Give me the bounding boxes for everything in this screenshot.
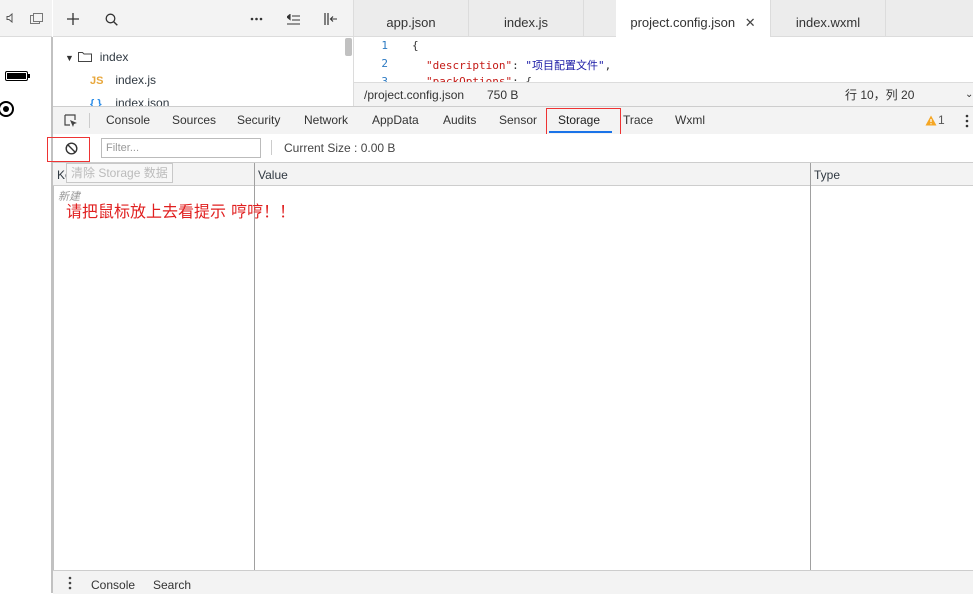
- javascript-file-icon: JS: [90, 75, 104, 87]
- column-divider[interactable]: [810, 163, 811, 570]
- devtools-tab-bar: Console Sources Security Network AppData…: [53, 106, 973, 135]
- folder-icon: [78, 47, 96, 69]
- devtools-tab-appdata[interactable]: AppData: [372, 107, 419, 134]
- clear-storage-tooltip: 清除 Storage 数据: [66, 163, 173, 183]
- code-line: "description": "项目配置文件",: [426, 57, 611, 73]
- devtools-tab-console[interactable]: Console: [106, 107, 150, 134]
- line-number: 2: [381, 57, 388, 70]
- current-size: Current Size : 0.00 B: [284, 141, 396, 155]
- add-icon[interactable]: [65, 11, 81, 27]
- tree-folder-label: index: [99, 50, 129, 64]
- more-icon[interactable]: [248, 11, 264, 27]
- devtools-tab-sensor[interactable]: Sensor: [499, 107, 537, 134]
- file-tree-scrollbar[interactable]: [345, 38, 352, 56]
- tree-file-label: index.json: [115, 96, 170, 106]
- code-key: "description": [426, 59, 513, 72]
- simulator-toolbar: [0, 0, 52, 37]
- code-editor[interactable]: 1 { 2 "description": "项目配置文件", 3 "packOp…: [354, 37, 973, 82]
- tree-folder-index[interactable]: ▼ index: [65, 46, 128, 68]
- toolbar-divider: [271, 140, 272, 155]
- devtools-tab-wxml[interactable]: Wxml: [675, 107, 705, 134]
- editor-tab-bar: app.json index.js project.config.json ✕ …: [354, 0, 973, 37]
- clear-button-highlight: [47, 137, 90, 162]
- editor-tab-label: project.config.json: [630, 15, 736, 30]
- code-value: {: [525, 75, 532, 82]
- search-icon[interactable]: [103, 11, 119, 27]
- devtools-divider: [89, 113, 90, 128]
- window-icon[interactable]: [28, 11, 44, 25]
- volume-icon[interactable]: [4, 11, 18, 25]
- editor-tab-project-config-json[interactable]: project.config.json ✕: [616, 0, 771, 37]
- file-tree-toolbar: [53, 0, 354, 37]
- storage-table-header: Key Value Type: [53, 163, 973, 186]
- editor-tab-app-json[interactable]: app.json: [354, 0, 469, 36]
- tree-file-index-js[interactable]: JS index.js: [90, 69, 156, 91]
- editor-tab-index-wxml[interactable]: index.wxml: [771, 0, 886, 36]
- chevron-down-icon[interactable]: ⌄: [965, 83, 973, 107]
- column-type[interactable]: Type: [814, 163, 840, 185]
- file-path: /project.config.json: [364, 88, 465, 102]
- devtools-tab-trace[interactable]: Trace: [623, 107, 653, 134]
- cursor-position: 行 10，列 20: [845, 88, 915, 102]
- code-line: {: [412, 39, 419, 52]
- drawer-tab-console[interactable]: Console: [91, 571, 135, 594]
- editor-tab-label: index.js: [503, 15, 549, 30]
- annotation-text: 请把鼠标放上去看提示 哼哼！！: [66, 202, 296, 221]
- editor-tab-label: index.wxml: [795, 15, 861, 30]
- editor-tab-label: app.json: [386, 15, 436, 30]
- editor-tab-index-js[interactable]: index.js: [469, 0, 584, 36]
- file-size: 750 B: [487, 88, 519, 102]
- devtools-tab-sources[interactable]: Sources: [172, 107, 216, 134]
- simulator-panel: [0, 0, 52, 593]
- devtools-tab-network[interactable]: Network: [304, 107, 348, 134]
- code-value: "项目配置文件": [525, 59, 605, 72]
- devtools-tab-audits[interactable]: Audits: [443, 107, 476, 134]
- file-tree: ▼ index JS index.js { } index.json: [53, 37, 354, 106]
- code-line: "packOptions": {: [426, 75, 532, 82]
- devtools-drawer: Console Search: [53, 570, 973, 594]
- filter-input[interactable]: [101, 138, 261, 158]
- chevron-down-icon: ▼: [65, 53, 74, 63]
- warning-count[interactable]: 1: [938, 107, 945, 134]
- more-vertical-icon[interactable]: [963, 113, 971, 129]
- tree-file-index-json[interactable]: { } index.json: [90, 92, 169, 106]
- code-key: "packOptions": [426, 75, 513, 82]
- code-tail: ,: [604, 59, 612, 72]
- json-file-icon: { }: [90, 98, 102, 106]
- tree-file-label: index.js: [115, 73, 157, 87]
- line-number: 1: [381, 39, 388, 52]
- capsule-record-icon[interactable]: [0, 98, 16, 120]
- code-separator: :: [512, 59, 526, 72]
- battery-icon: [4, 70, 32, 82]
- line-number: 3: [381, 75, 388, 82]
- code-separator: :: [512, 75, 526, 82]
- devtools-tab-security[interactable]: Security: [237, 107, 280, 134]
- split-panel-icon[interactable]: [323, 11, 339, 27]
- warning-icon[interactable]: [925, 114, 937, 126]
- column-value[interactable]: Value: [258, 163, 288, 185]
- more-vertical-icon[interactable]: [67, 576, 73, 590]
- inspect-element-icon[interactable]: [63, 113, 79, 129]
- drawer-tab-search[interactable]: Search: [153, 571, 191, 594]
- column-divider[interactable]: [254, 163, 255, 570]
- editor-status-bar: /project.config.json 750 B 行 10，列 20 ⌄: [354, 82, 973, 107]
- collapse-icon[interactable]: [285, 11, 301, 27]
